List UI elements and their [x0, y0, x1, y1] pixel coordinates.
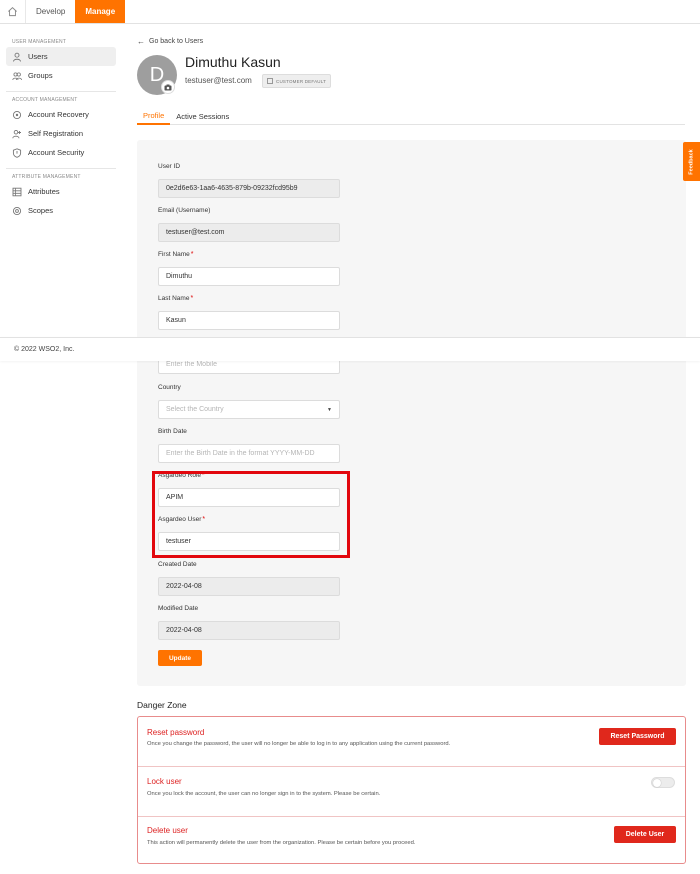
sidebar-item-label: Scopes: [28, 206, 54, 215]
store-icon: [267, 78, 273, 84]
lock-user-row: Lock user Once you lock the account, the…: [138, 767, 685, 817]
sidebar-section-attribute-management: ATTRIBUTE MANAGEMENT: [12, 174, 81, 180]
sidebar-section-user-management: USER MANAGEMENT: [12, 39, 67, 45]
delete-user-title: Delete user: [147, 826, 188, 835]
sidebar: USER MANAGEMENT Users Groups ACCOUNT MAN…: [0, 25, 122, 337]
sidebar-item-label: Attributes: [28, 187, 60, 196]
update-button[interactable]: Update: [158, 650, 202, 666]
danger-zone-title: Danger Zone: [137, 700, 187, 710]
reset-password-description: Once you change the password, the user w…: [147, 741, 451, 747]
delete-user-description: This action will permanently delete the …: [147, 840, 416, 846]
sidebar-item-users[interactable]: Users: [6, 47, 116, 66]
camera-icon: [164, 84, 172, 90]
last-name-field: Last Name* Kasun: [158, 295, 340, 330]
modified-date-input: 2022-04-08: [158, 621, 340, 640]
field-label: Country: [158, 384, 181, 391]
field-label: Email (Username): [158, 207, 211, 214]
field-label: First Name*: [158, 251, 340, 261]
email-input: testuser@test.com: [158, 223, 340, 242]
reset-password-button[interactable]: Reset Password: [599, 728, 676, 745]
lock-user-description: Once you lock the account, the user can …: [147, 791, 381, 797]
recovery-icon: [12, 110, 22, 120]
user-display-name: Dimuthu Kasun: [185, 54, 281, 70]
sidebar-divider: [6, 168, 116, 169]
back-to-users-link[interactable]: ← Go back to Users: [137, 37, 203, 46]
sidebar-item-label: Groups: [28, 71, 53, 80]
last-name-input[interactable]: Kasun: [158, 311, 340, 330]
group-icon: [12, 71, 22, 81]
sidebar-item-scopes[interactable]: Scopes: [6, 201, 116, 220]
email-field: Email (Username) testuser@test.com: [158, 207, 340, 242]
sidebar-item-account-recovery[interactable]: Account Recovery: [6, 105, 116, 124]
field-label: Modified Date: [158, 605, 199, 612]
lock-user-toggle[interactable]: [651, 777, 675, 788]
sidebar-section-account-management: ACCOUNT MANAGEMENT: [12, 97, 78, 103]
user-email: testuser@test.com: [185, 76, 252, 85]
highlight-annotation: [152, 471, 350, 558]
profile-form: User ID 0e2d6e63-1aa6-4635-879b-09232fcd…: [137, 140, 686, 686]
lock-user-title: Lock user: [147, 777, 182, 786]
top-tab-develop[interactable]: Develop: [26, 0, 75, 23]
profile-tabs: Profile Active Sessions: [137, 107, 685, 125]
arrow-left-icon: ←: [137, 37, 145, 46]
top-navigation-bar: Develop Manage: [0, 0, 700, 24]
first-name-input[interactable]: Dimuthu: [158, 267, 340, 286]
field-label: Created Date: [158, 561, 197, 568]
country-field: Country Select the Country ▼: [158, 384, 340, 419]
field-label: User ID: [158, 163, 181, 170]
created-date-field: Created Date 2022-04-08: [158, 561, 340, 596]
sidebar-item-label: Users: [28, 52, 48, 61]
home-button[interactable]: [0, 0, 26, 23]
modified-date-field: Modified Date 2022-04-08: [158, 605, 340, 640]
sidebar-item-groups[interactable]: Groups: [6, 66, 116, 85]
label-text: Last Name: [158, 295, 190, 302]
change-avatar-button[interactable]: [161, 80, 175, 94]
birth-date-input[interactable]: Enter the Birth Date in the format YYYY-…: [158, 444, 340, 463]
required-marker: *: [190, 251, 194, 258]
country-placeholder: Select the Country: [166, 406, 224, 413]
feedback-button[interactable]: Feedback: [683, 142, 700, 181]
reset-password-row: Reset password Once you change the passw…: [138, 717, 685, 767]
home-icon: [8, 7, 17, 17]
field-label: Birth Date: [158, 428, 187, 435]
list-icon: [12, 187, 22, 197]
reset-password-title: Reset password: [147, 728, 205, 737]
label-text: First Name: [158, 251, 190, 258]
footer: © 2022 WSO2, Inc.: [0, 337, 700, 361]
sidebar-divider: [6, 91, 116, 92]
main-content: ← Go back to Users D Dimuthu Kasun testu…: [122, 25, 700, 874]
sidebar-item-attributes[interactable]: Attributes: [6, 182, 116, 201]
top-tab-manage[interactable]: Manage: [75, 0, 126, 23]
badge-label: CUSTOMER DEFAULT: [276, 78, 327, 84]
scope-icon: [12, 206, 22, 216]
delete-user-row: Delete user This action will permanently…: [138, 817, 685, 863]
required-marker: *: [190, 295, 194, 302]
user-icon: [12, 52, 22, 62]
sidebar-item-label: Account Recovery: [28, 110, 89, 119]
user-id-field: User ID 0e2d6e63-1aa6-4635-879b-09232fcd…: [158, 163, 340, 198]
sidebar-item-account-security[interactable]: Account Security: [6, 143, 116, 162]
field-label: Last Name*: [158, 295, 340, 305]
danger-zone: Reset password Once you change the passw…: [137, 716, 686, 864]
birth-date-field: Birth Date Enter the Birth Date in the f…: [158, 428, 340, 463]
user-id-input: 0e2d6e63-1aa6-4635-879b-09232fcd95b9: [158, 179, 340, 198]
tab-profile[interactable]: Profile: [137, 107, 171, 125]
self-registration-icon: [12, 129, 22, 139]
sidebar-item-label: Self Registration: [28, 129, 84, 138]
feedback-label: Feedback: [688, 148, 695, 175]
sidebar-item-label: Account Security: [28, 148, 85, 157]
toggle-knob: [653, 779, 661, 787]
shield-icon: [12, 147, 22, 158]
user-store-badge: CUSTOMER DEFAULT: [262, 74, 332, 88]
first-name-field: First Name* Dimuthu: [158, 251, 340, 286]
sidebar-item-self-registration[interactable]: Self Registration: [6, 124, 116, 143]
created-date-input: 2022-04-08: [158, 577, 340, 596]
country-select[interactable]: Select the Country ▼: [158, 400, 340, 419]
delete-user-button[interactable]: Delete User: [614, 826, 676, 843]
dropdown-caret-icon: ▼: [327, 406, 332, 413]
back-link-label: Go back to Users: [149, 38, 204, 45]
tab-active-sessions[interactable]: Active Sessions: [170, 107, 235, 125]
